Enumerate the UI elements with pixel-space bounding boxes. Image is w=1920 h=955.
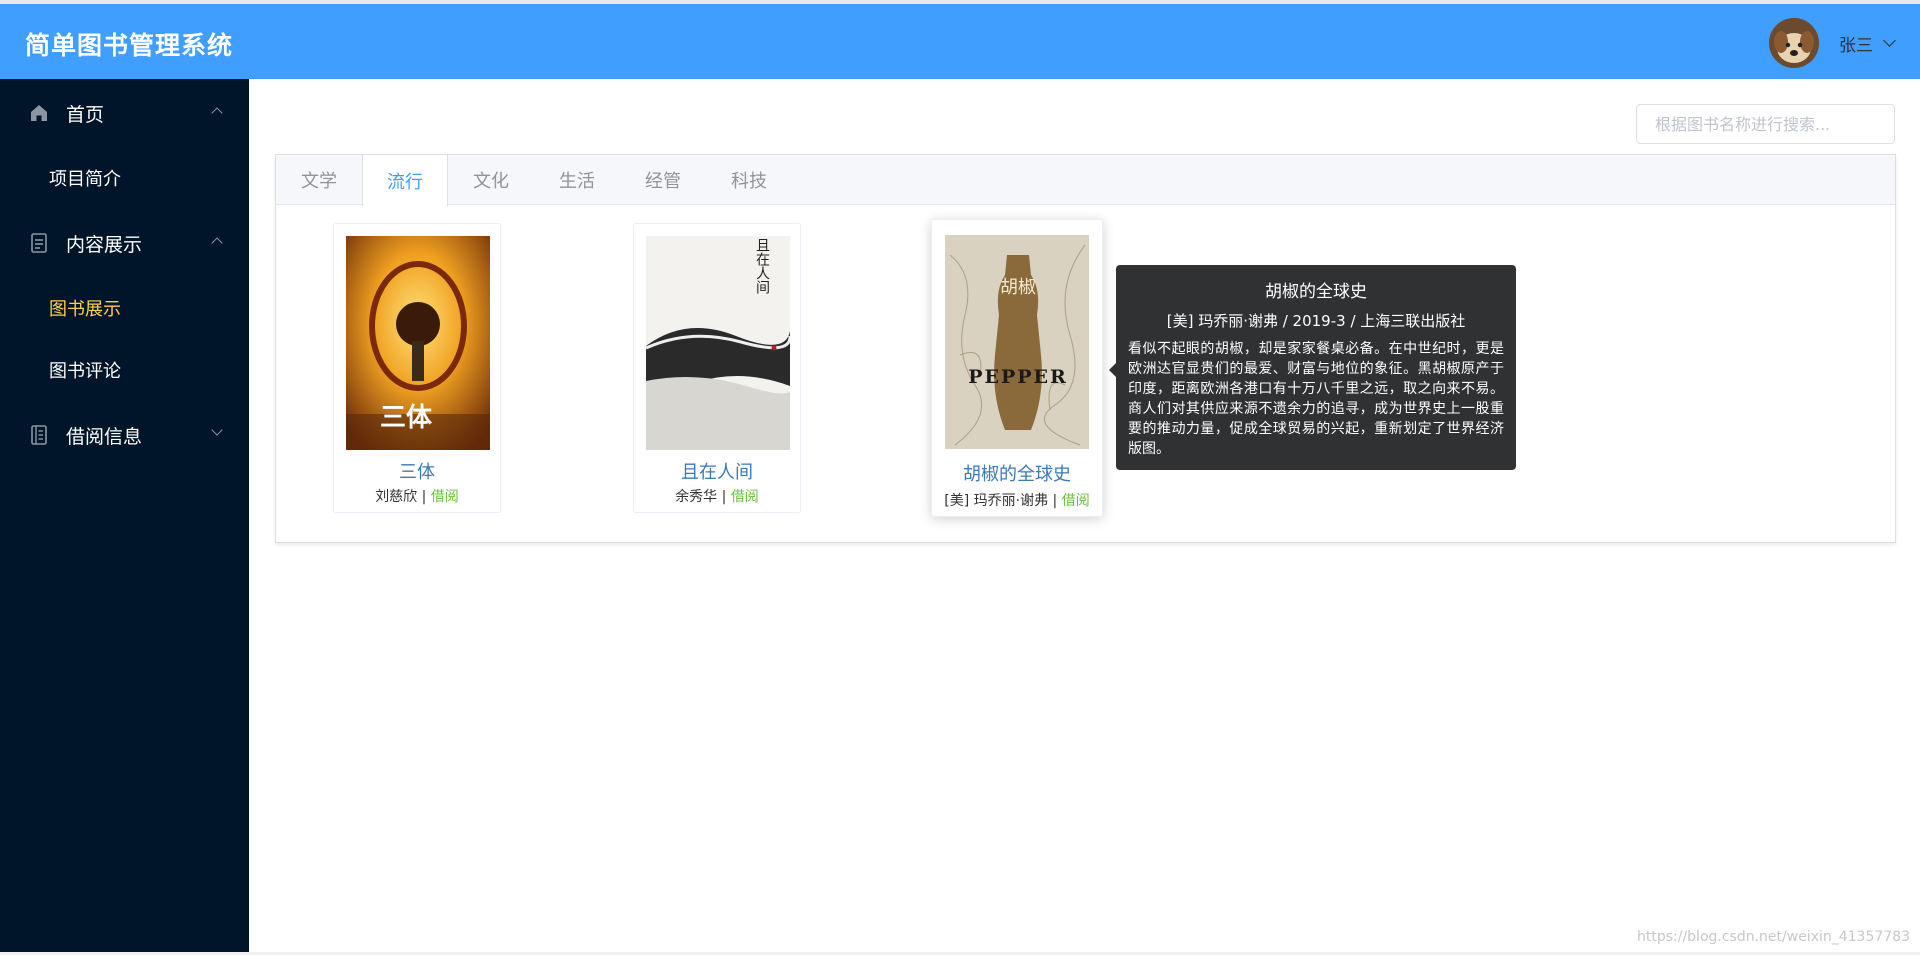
sidebar: 首页 项目简介 内容展示 图书展示 图书评论 借阅信息 — [0, 79, 249, 955]
borrow-link[interactable]: 借阅 — [1062, 493, 1090, 509]
book-title[interactable]: 胡椒的全球史 — [932, 460, 1102, 486]
user-name[interactable]: 张三 — [1839, 31, 1873, 56]
chevron-up-icon — [211, 107, 223, 119]
borrow-link[interactable]: 借阅 — [431, 489, 459, 505]
chevron-down-icon — [211, 424, 223, 436]
sidebar-group-label: 借阅信息 — [66, 425, 143, 448]
notebook-icon — [28, 424, 50, 446]
book-cover-image[interactable]: 三体 — [346, 236, 490, 450]
user-menu[interactable]: 张三 — [1769, 18, 1896, 68]
book-author: [美] 玛乔丽·谢弗 — [944, 493, 1049, 509]
sidebar-group-borrow[interactable]: 借阅信息 — [0, 401, 249, 469]
book-detail-tooltip: 胡椒的全球史 [美] 玛乔丽·谢弗 / 2019-3 / 上海三联出版社 看似不… — [1109, 265, 1516, 470]
book-search-input[interactable] — [1636, 104, 1895, 144]
tab-bar: 文学 流行 文化 生活 经管 科技 — [276, 155, 1895, 206]
svg-text:胡椒: 胡椒 — [1000, 277, 1036, 298]
svg-text:PEPPER: PEPPER — [968, 366, 1068, 388]
svg-text:且在人间: 且在人间 — [754, 238, 770, 295]
desert-cover-icon: 且在人间 — [646, 236, 790, 450]
book-card[interactable]: 且在人间 且在人间 余秀华 | 借阅 — [633, 223, 801, 513]
borrow-link[interactable]: 借阅 — [731, 489, 759, 505]
sidebar-group-home[interactable]: 首页 — [0, 79, 249, 147]
tooltip-arrow — [1109, 363, 1116, 377]
sidebar-group-content[interactable]: 内容展示 — [0, 209, 249, 277]
app-title: 简单图书管理系统 — [25, 31, 234, 60]
book-author: 刘慈欣 — [375, 489, 418, 505]
tab-popular[interactable]: 流行 — [362, 155, 448, 206]
pepper-cover-icon: 胡椒 PEPPER — [945, 235, 1089, 449]
book-meta: 余秀华 | 借阅 — [634, 486, 800, 506]
avatar[interactable] — [1769, 18, 1819, 68]
tab-culture[interactable]: 文化 — [448, 155, 534, 205]
watermark: https://blog.csdn.net/weixin_41357783 — [1636, 929, 1910, 945]
chevron-up-icon — [211, 237, 223, 249]
top-header: 简单图书管理系统 张三 — [0, 0, 1920, 79]
sidebar-item-intro[interactable]: 项目简介 — [0, 147, 249, 209]
tab-technology[interactable]: 科技 — [706, 155, 792, 205]
document-icon — [28, 232, 50, 254]
dog-avatar-icon — [1769, 18, 1819, 68]
meta-separator: | — [417, 489, 431, 505]
tooltip-description: 看似不起眼的胡椒，却是家家餐桌必备。在中世纪时，更是欧洲达官显贵们的最爱、财富与… — [1128, 341, 1504, 457]
home-icon — [28, 102, 50, 124]
tooltip-title: 胡椒的全球史 — [1265, 282, 1367, 302]
three-body-cover-icon: 三体 — [346, 236, 490, 450]
sidebar-item-book-display[interactable]: 图书展示 — [0, 277, 249, 339]
tooltip-subtitle: [美] 玛乔丽·谢弗 / 2019-3 / 上海三联出版社 — [1166, 312, 1466, 330]
book-title[interactable]: 且在人间 — [634, 458, 800, 484]
book-card[interactable]: 三体 三体 刘慈欣 | 借阅 — [333, 223, 501, 513]
book-card[interactable]: 胡椒 PEPPER 胡椒的全球史 [美] 玛乔丽·谢弗 | 借阅 — [931, 219, 1103, 517]
book-cover-image[interactable]: 且在人间 — [646, 236, 790, 450]
sidebar-group-label: 首页 — [66, 103, 105, 126]
book-meta: 刘慈欣 | 借阅 — [334, 486, 500, 506]
sidebar-item-book-review[interactable]: 图书评论 — [0, 339, 249, 401]
chevron-down-icon[interactable] — [1883, 34, 1896, 47]
book-title[interactable]: 三体 — [334, 458, 500, 484]
meta-separator: | — [1048, 493, 1062, 509]
tab-life[interactable]: 生活 — [534, 155, 620, 205]
meta-separator: | — [717, 489, 731, 505]
book-author: 余秀华 — [675, 489, 718, 505]
tab-business[interactable]: 经管 — [620, 155, 706, 205]
book-cover-image[interactable]: 胡椒 PEPPER — [945, 235, 1089, 449]
svg-text:三体: 三体 — [380, 403, 433, 433]
sidebar-group-label: 内容展示 — [66, 233, 143, 256]
book-meta: [美] 玛乔丽·谢弗 | 借阅 — [932, 490, 1102, 510]
tab-literature[interactable]: 文学 — [276, 155, 362, 205]
